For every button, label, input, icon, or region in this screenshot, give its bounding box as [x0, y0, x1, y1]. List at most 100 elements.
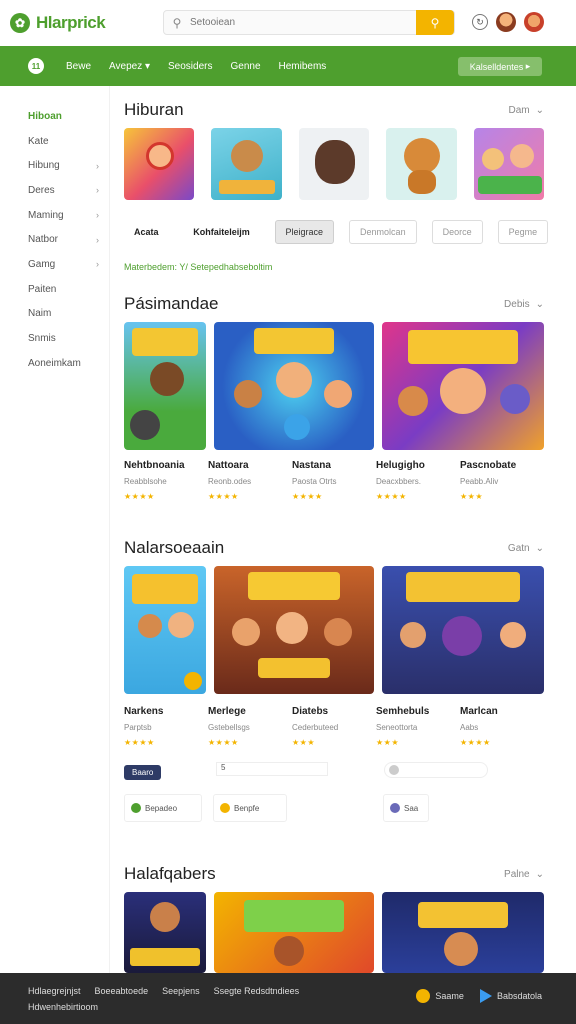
game-card-image[interactable] [214, 322, 374, 450]
nav-cta-button[interactable]: Kalselldentes ▸ [458, 57, 542, 76]
nav-item-avepez[interactable]: Avepez ▾ [109, 61, 150, 72]
tag-pill-label: Benpfe [234, 803, 260, 813]
game-card-meta[interactable]: Nehtbnoania Reabblsohe ★★★★ [124, 460, 208, 501]
sidebar-item[interactable]: Hibung › [0, 153, 109, 178]
category-thumbs [124, 128, 545, 200]
nav-badge[interactable]: 11 [28, 58, 44, 74]
user-icon [389, 765, 399, 775]
game-card-meta[interactable]: Diatebs Cederbuteed ★★★ [292, 706, 376, 747]
game-card-image[interactable] [124, 566, 206, 694]
store-badge-2[interactable]: Babsdatola [479, 989, 542, 1003]
nav-item-genne[interactable]: Genne [230, 61, 260, 72]
game-card-image[interactable] [214, 566, 374, 694]
game-card-meta[interactable]: Helugigho Deacxbbers. ★★★★ [376, 460, 460, 501]
star-rating: ★★★ [376, 738, 400, 747]
sidebar-item[interactable]: Naim [0, 302, 109, 327]
chevron-right-icon: › [96, 259, 99, 270]
game-cards-row [124, 892, 544, 973]
game-card-meta[interactable]: Narkens Parptsb ★★★★ [124, 706, 208, 747]
game-card-meta[interactable]: Semhebuls Seneottorta ★★★ [376, 706, 460, 747]
search-button[interactable]: ⚲ [416, 10, 454, 35]
category-thumb[interactable] [124, 128, 195, 200]
category-tag[interactable]: Baaro [124, 765, 162, 780]
logo[interactable]: ✿ Hlarprick [10, 13, 160, 33]
game-card-meta[interactable]: Nattoara Reonb.odes ★★★★ [208, 460, 292, 501]
tag-pill[interactable]: Saa [383, 794, 429, 822]
game-card-title: Nehtbnoania [124, 460, 185, 471]
sidebar-item[interactable]: Natbor › [0, 227, 109, 252]
store-badge-label: Babsdatola [496, 991, 542, 1001]
game-card-sub: Gstebellsgs [208, 723, 250, 732]
character-face-icon [481, 148, 504, 170]
sidebar-item[interactable]: Deres › [0, 178, 109, 203]
footer-link[interactable]: Seepjens [162, 986, 200, 996]
footer-link[interactable]: Hdwenhebirtioom [28, 1002, 299, 1012]
platform-shape [219, 180, 276, 194]
coin-icon [416, 989, 431, 1003]
character-face-icon [509, 144, 534, 168]
sign-shape [258, 658, 330, 678]
category-thumb[interactable] [211, 128, 282, 200]
filter-chip-selected[interactable]: Pleigrace [274, 220, 335, 244]
sidebar-item[interactable]: Snmis [0, 326, 109, 351]
category-thumb[interactable] [473, 128, 545, 200]
history-icon[interactable]: ↻ [472, 14, 488, 30]
avatar[interactable] [496, 12, 516, 32]
sidebar-item[interactable]: Kate [0, 129, 109, 154]
footer-links: Hdlaegrejnjst Boeeabtoede Seepjens Ssegt… [28, 986, 299, 1012]
game-card-meta[interactable]: Nastana Paosta Otrts ★★★★ [292, 460, 376, 501]
section-title: Halafqabers [124, 864, 216, 883]
avatar-secondary[interactable] [524, 12, 544, 32]
nav-item-seosiders[interactable]: Seosiders [168, 61, 212, 72]
game-card-meta[interactable]: Merlege Gstebellsgs ★★★★ [208, 706, 292, 747]
filter-chip[interactable]: Pegme [497, 220, 549, 244]
nav-item-bewe[interactable]: Bewe [66, 61, 91, 72]
section-title: Hiburan [124, 100, 184, 119]
rating-pill[interactable] [384, 762, 488, 778]
game-card-image[interactable] [382, 892, 544, 973]
footer-link[interactable]: Ssegte Redsdtndiees [214, 986, 300, 996]
breadcrumb[interactable]: Materbedem: Y/ Setepedhabseboltim [124, 262, 272, 272]
footer-link[interactable]: Boeeabtoede [95, 986, 149, 996]
nav-item-avepez-label: Avepez [109, 60, 143, 72]
bear-icon [314, 140, 355, 184]
game-card-image[interactable] [214, 892, 374, 973]
search-input[interactable] [190, 17, 416, 28]
filter-chip[interactable]: Acata [124, 220, 169, 244]
sidebar-item[interactable]: Gamg › [0, 252, 109, 277]
category-thumb[interactable] [386, 128, 457, 200]
category-thumb[interactable] [298, 128, 370, 200]
section-more-link[interactable]: Dam ⌄ [508, 105, 544, 116]
small-tag[interactable]: 5 [216, 762, 328, 776]
game-card-sub: Reabblsohe [124, 477, 167, 486]
tag-pill[interactable]: Bepadeo [124, 794, 202, 822]
sidebar-item[interactable]: Aoneimkam [0, 351, 109, 376]
section-more-label: Debis [504, 298, 530, 310]
game-card-meta[interactable]: Pascnobate Peabb.Aliv ★★★ [460, 460, 544, 501]
character-face-icon [398, 386, 428, 416]
game-card-image[interactable] [382, 322, 544, 450]
filter-chip[interactable]: Deorce [431, 220, 483, 244]
section-more-link[interactable]: Gatn ⌄ [508, 543, 544, 554]
store-badge-1[interactable]: Saame [416, 989, 464, 1003]
nav-item-hemibems[interactable]: Hemibems [279, 61, 327, 72]
game-logo-shape [418, 902, 508, 928]
footer-link[interactable]: Hdlaegrejnjst [28, 986, 81, 996]
tag-pill[interactable]: Benpfe [213, 794, 287, 822]
chevron-right-icon: › [96, 185, 99, 196]
game-card-meta[interactable]: Marlcan Aabs ★★★★ [460, 706, 544, 747]
filter-chip[interactable]: Denmolcan [349, 220, 417, 244]
character-face-icon [150, 902, 180, 932]
game-card-image[interactable] [382, 566, 544, 694]
chevron-down-icon: ▾ [144, 60, 151, 72]
sidebar-item[interactable]: Hiboan [0, 104, 109, 129]
section-more-link[interactable]: Palne ⌄ [504, 869, 544, 880]
sidebar-item[interactable]: Paiten [0, 277, 109, 302]
game-card-image[interactable] [124, 892, 206, 973]
sidebar-item[interactable]: Maming › [0, 203, 109, 228]
section-more-link[interactable]: Debis ⌄ [504, 299, 544, 310]
character-face-icon [232, 618, 260, 646]
game-card-image[interactable] [124, 322, 206, 450]
filter-chip[interactable]: Kohfaiteleijm [184, 220, 260, 244]
character-face-icon [276, 612, 308, 644]
